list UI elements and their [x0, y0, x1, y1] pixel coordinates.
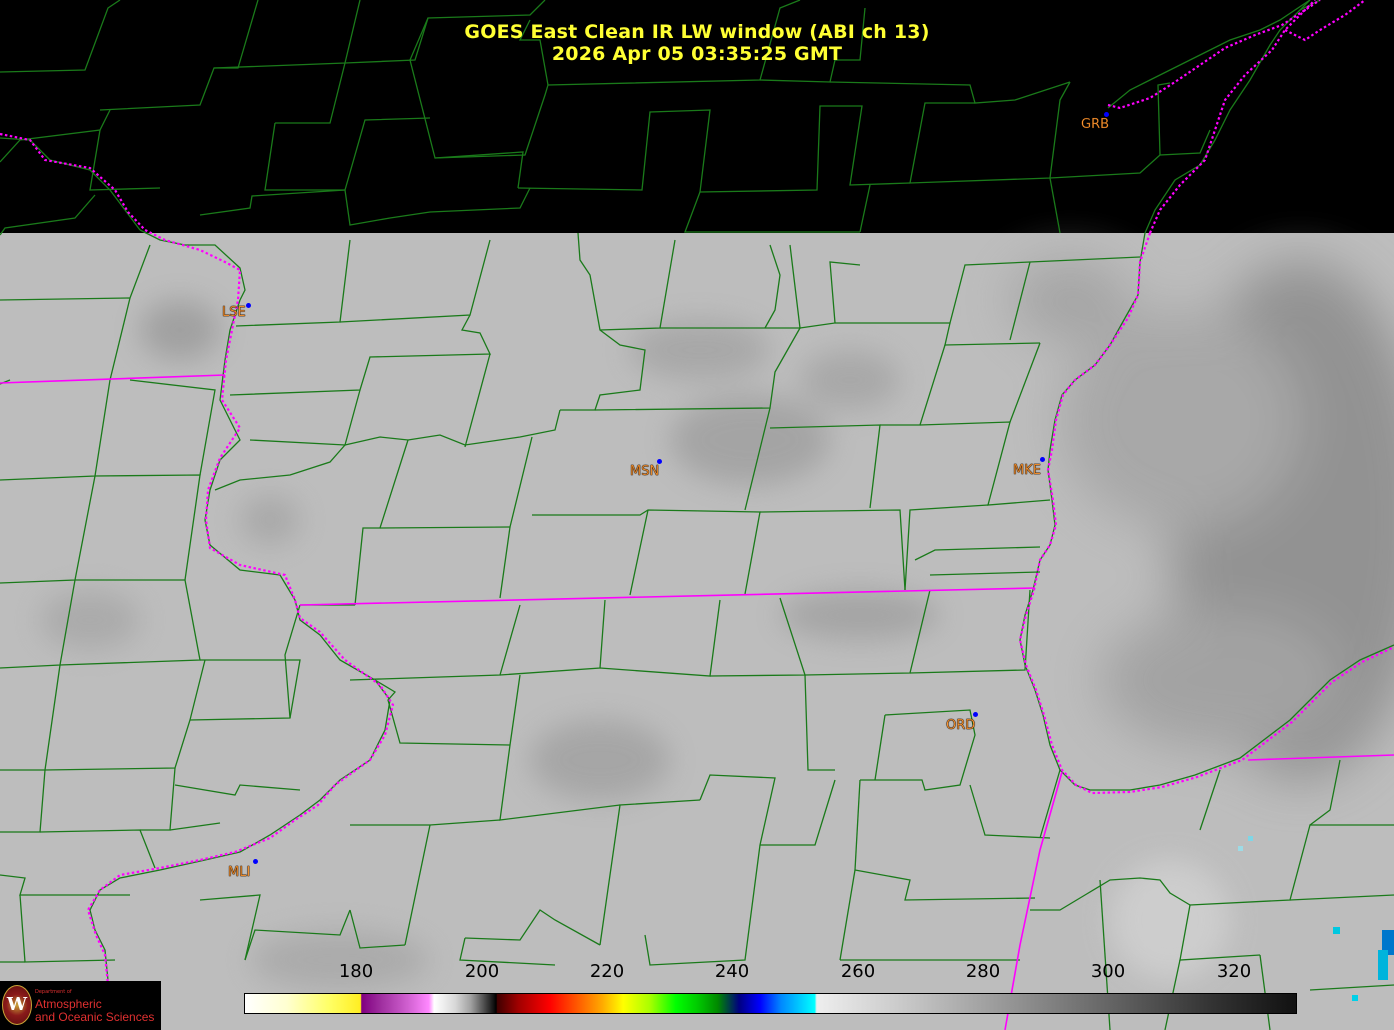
- uw-seal-icon: W: [2, 985, 32, 1025]
- station-label-grb: GRB: [1081, 117, 1110, 132]
- colorbar-tick-label: 220: [589, 961, 625, 982]
- logo-text-line1: Atmospheric: [35, 997, 102, 1011]
- colorbar-tick-label: 180: [338, 961, 374, 982]
- image-title: GOES East Clean IR LW window (ABI ch 13): [464, 21, 930, 43]
- image-timestamp: 2026 Apr 05 03:35:25 GMT: [551, 43, 843, 65]
- station-label-mke: MKE: [1013, 463, 1041, 478]
- station-label-lse: LSE: [222, 305, 246, 320]
- satellite-image-viewer: GOES East Clean IR LW window (ABI ch 13)…: [0, 0, 1394, 1030]
- colorbar-tick-label: 240: [714, 961, 750, 982]
- station-marker-ord: [973, 712, 978, 717]
- colorbar-tick-label: 260: [840, 961, 876, 982]
- aos-logo: W Department of Atmospheric and Oceanic …: [0, 981, 161, 1030]
- temperature-colorbar: [244, 993, 1297, 1014]
- station-marker-mli: [253, 859, 258, 864]
- station-marker-mke: [1040, 457, 1045, 462]
- colorbar-tick-label: 200: [464, 961, 500, 982]
- station-label-ord: ORD: [946, 718, 976, 733]
- colorbar-tick-label: 320: [1216, 961, 1252, 982]
- station-label-mli: MLI: [228, 865, 251, 880]
- colorbar-tick-label: 300: [1090, 961, 1126, 982]
- logo-text-line2: and Oceanic Sciences: [35, 1010, 155, 1024]
- ir-imagery-layer: [0, 233, 1394, 1030]
- satellite-map: [0, 0, 1394, 1030]
- station-label-msn: MSN: [630, 464, 660, 479]
- station-marker-lse: [246, 303, 251, 308]
- logo-dept-text: Department of: [35, 989, 72, 995]
- colorbar-tick-label: 280: [965, 961, 1001, 982]
